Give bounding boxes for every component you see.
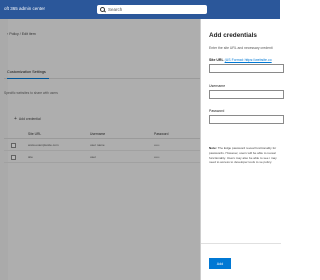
search-input[interactable]: Search xyxy=(97,5,207,14)
app-title[interactable]: oft 365 admin center xyxy=(4,6,45,11)
note-label: Note: xyxy=(209,146,217,150)
panel-title: Add credentials xyxy=(209,32,257,39)
top-bar: oft 365 admin center Search xyxy=(0,0,280,19)
add-credentials-panel: Add credentials Enter the site URL and n… xyxy=(200,19,284,280)
search-icon xyxy=(100,6,105,12)
site-url-field[interactable] xyxy=(209,64,284,73)
password-label: Password xyxy=(209,109,225,113)
site-url-label-text: Site URL xyxy=(209,58,224,62)
note-text: The Edge password reveal functionality f… xyxy=(209,146,277,165)
password-note: Note: The Edge password reveal functiona… xyxy=(209,146,281,165)
username-field[interactable] xyxy=(209,90,284,99)
site-url-format-link[interactable]: (US Format: https://website.co xyxy=(225,58,272,62)
site-url-label: Site URL (US Format: https://website.co xyxy=(209,58,272,62)
add-button[interactable]: Add xyxy=(209,258,231,269)
password-field[interactable] xyxy=(209,115,284,124)
panel-subtitle: Enter the site URL and necessary credent… xyxy=(209,46,273,50)
username-label: Username xyxy=(209,84,226,88)
search-placeholder: Search xyxy=(108,6,123,12)
panel-footer-divider xyxy=(201,243,281,244)
modal-overlay[interactable] xyxy=(0,19,200,280)
